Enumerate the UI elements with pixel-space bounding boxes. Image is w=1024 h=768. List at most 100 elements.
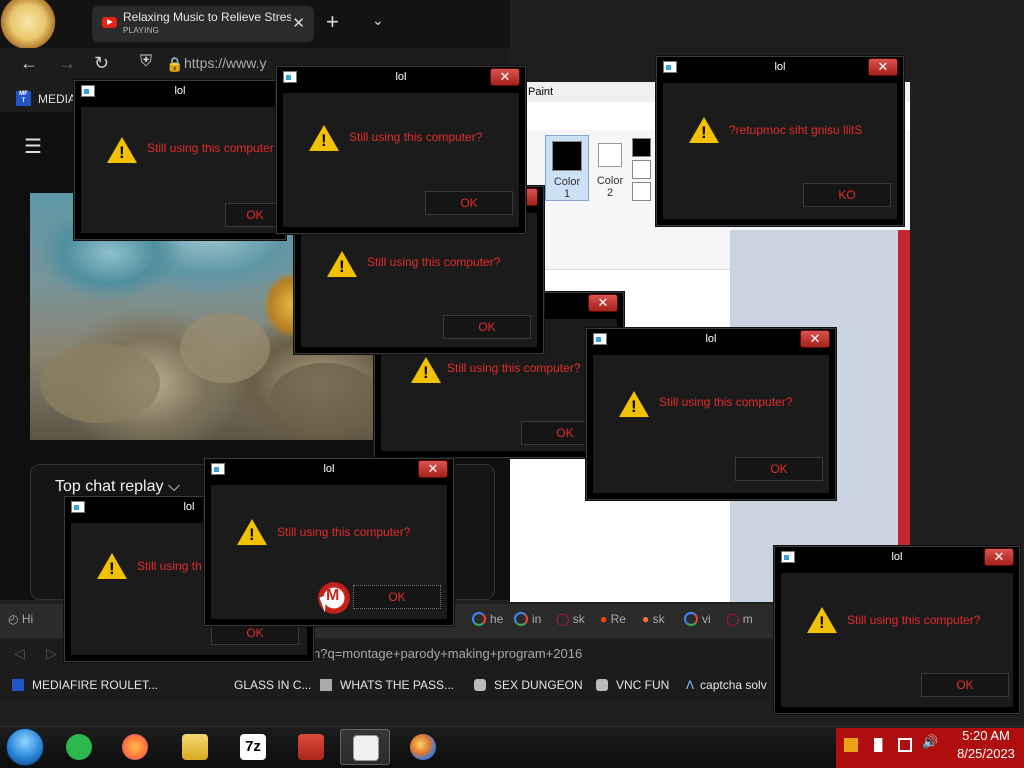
ok-button[interactable]: OK <box>353 585 441 609</box>
tab-item[interactable]: vi <box>684 612 711 626</box>
menu-icon[interactable]: ☰ <box>24 134 42 159</box>
palette-white-2[interactable] <box>632 182 651 201</box>
warning-icon <box>807 607 837 633</box>
tab-item[interactable]: in <box>514 612 541 626</box>
palette-white[interactable] <box>632 160 651 179</box>
mediafire-icon <box>12 679 24 691</box>
dialog-message: Still using th <box>137 559 202 573</box>
bookmark-mediafire-roulette[interactable]: MEDIAFIRE ROULET... <box>12 678 158 692</box>
color1-number: 1 <box>563 188 571 200</box>
close-icon[interactable]: ✕ <box>490 68 520 86</box>
warning-icon <box>689 117 719 143</box>
google-icon <box>472 612 486 626</box>
chrome-icon <box>684 612 698 626</box>
clock-date[interactable]: 8/25/2023 <box>948 746 1024 761</box>
dialog-title: lol <box>774 61 786 73</box>
color2-number: 2 <box>606 187 614 199</box>
tab-youtube[interactable]: Relaxing Music to Relieve Stress PLAYING… <box>92 6 314 42</box>
color1-swatch <box>552 141 582 171</box>
close-icon[interactable]: ✕ <box>800 330 830 348</box>
close-icon[interactable]: ✕ <box>418 460 448 478</box>
dialog-message: Still using this computer? <box>367 255 501 269</box>
ok-button[interactable]: OK <box>735 457 823 481</box>
taskbar-file-explorer[interactable] <box>170 729 220 765</box>
toolbox-icon <box>298 734 324 760</box>
tab-item[interactable]: ◴ Hi <box>8 612 33 626</box>
dialog-window: lol ✕ Still using this computer? OK <box>586 328 836 500</box>
tray-app-icon[interactable] <box>844 738 858 752</box>
forward-icon[interactable]: ▷ <box>46 645 57 662</box>
avatar <box>0 0 56 48</box>
bookmark-label: MEDIA <box>38 92 77 106</box>
bookmark-vnc-fun[interactable]: VNC FUN <box>596 678 669 692</box>
dialog-title: lol <box>395 71 407 83</box>
dialog-window: lol ✕ Still using this computer? OK <box>774 546 1020 714</box>
warning-icon <box>411 357 441 383</box>
tab-item[interactable]: he <box>472 612 503 626</box>
warning-icon <box>309 125 339 151</box>
helmet-icon <box>474 679 486 691</box>
tab-item[interactable]: ● sk <box>642 612 665 626</box>
new-tab-button[interactable]: + <box>326 9 339 35</box>
ok-button[interactable]: OK <box>425 191 513 215</box>
7zip-icon: 7z <box>240 734 266 760</box>
color1-label: Color <box>553 176 581 188</box>
dialog-title: lol <box>174 85 186 97</box>
back-icon[interactable]: ◁ <box>14 645 25 662</box>
warning-icon <box>327 251 357 277</box>
reload-icon[interactable]: ↻ <box>94 53 109 74</box>
color2-button[interactable]: Color 2 <box>592 135 628 201</box>
volume-icon[interactable]: 🔊 <box>922 734 938 749</box>
color2-label: Color <box>596 175 624 187</box>
reddit-icon: ● <box>600 612 608 626</box>
dialog-title: lol <box>323 463 335 475</box>
taskbar-chat-app[interactable] <box>54 729 104 765</box>
bookmarks-bar: MEDIAFIRE ROULET... GLASS IN C... WHATS … <box>0 670 780 702</box>
debian-icon: ◯ <box>726 612 740 626</box>
bookmark-captcha[interactable]: Λcaptcha solv <box>686 678 767 692</box>
bookmark-glass[interactable]: GLASS IN C... <box>234 678 311 692</box>
warning-icon <box>619 391 649 417</box>
dialog-window: lol Still using this computer OK <box>74 80 286 240</box>
ok-button[interactable]: OK <box>443 315 531 339</box>
close-icon[interactable]: ✕ <box>984 548 1014 566</box>
youtube-icon <box>102 17 117 28</box>
ok-button[interactable]: KO <box>803 183 891 207</box>
taskbar-paint[interactable] <box>398 729 448 765</box>
network-icon[interactable] <box>898 738 912 752</box>
forward-icon[interactable]: → <box>58 53 76 74</box>
warning-icon <box>237 519 267 545</box>
tab-item[interactable]: ◯ m <box>726 612 753 626</box>
ok-button[interactable]: OK <box>921 673 1009 697</box>
bookmark-whats-the-pass[interactable]: WHATS THE PASS... <box>320 678 454 692</box>
clock-time[interactable]: 5:20 AM <box>948 728 1024 743</box>
tab-close-icon[interactable]: ✕ <box>292 14 305 32</box>
tab-list-chevron-icon[interactable]: ⌄ <box>372 12 384 29</box>
close-icon[interactable]: ✕ <box>588 294 618 312</box>
taskbar-toolbox[interactable] <box>286 729 336 765</box>
dialog-message: Still using this computer? <box>847 613 981 627</box>
tab-item[interactable]: ◯ sk <box>556 612 585 626</box>
firefox-icon <box>122 734 148 760</box>
color1-button[interactable]: Color 1 <box>545 135 589 201</box>
start-button[interactable] <box>6 728 44 766</box>
tab-item[interactable]: ● Re <box>600 612 626 626</box>
url-field[interactable]: https://www.y <box>184 55 280 77</box>
dialog-message: Still using this computer? <box>349 130 483 144</box>
close-icon[interactable]: ✕ <box>868 58 898 76</box>
bookmark-dungeon[interactable]: SEX DUNGEON <box>474 678 583 692</box>
dialog-window: lol ✕ ?retupmoc siht gnisu llitS KO <box>656 56 904 226</box>
dialog-message: Still using this computer <box>147 141 274 155</box>
taskbar-notepad[interactable] <box>340 729 390 765</box>
chat-icon <box>66 734 92 760</box>
warning-icon <box>97 553 127 579</box>
shield-icon[interactable]: ⛨ <box>140 53 152 71</box>
taskbar-7zip[interactable]: 7z <box>228 729 278 765</box>
debian-icon: ◯ <box>556 612 570 626</box>
chat-replay-title[interactable]: Top chat replay ⌵ <box>55 478 180 496</box>
bookmark-mediafire[interactable]: MF T MEDIA <box>0 86 80 112</box>
palette-black[interactable] <box>632 138 651 157</box>
taskbar-firefox[interactable] <box>110 729 160 765</box>
helmet-icon <box>596 679 608 691</box>
back-icon[interactable]: ← <box>20 53 38 74</box>
